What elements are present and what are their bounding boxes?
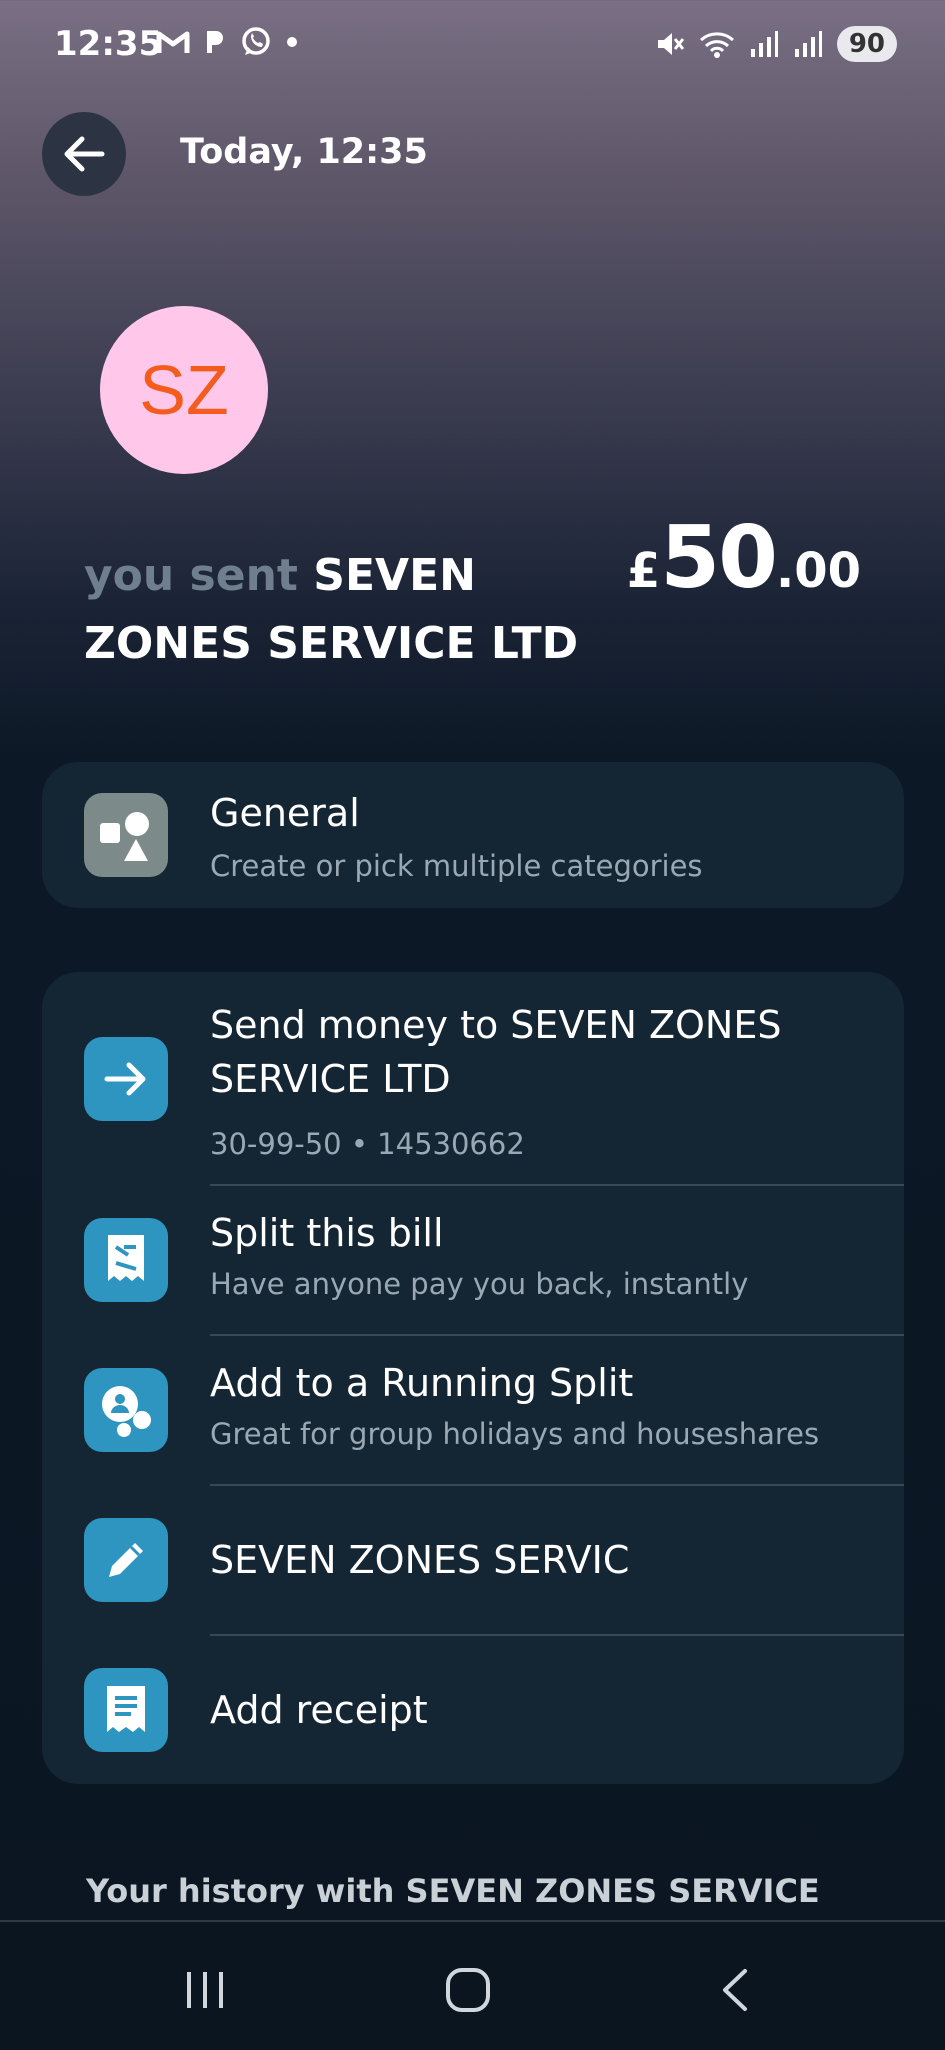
sent-prefix: you sent [84, 550, 298, 601]
recent-apps-icon [187, 1972, 223, 2008]
category-title: General [210, 791, 360, 835]
notification-icon [207, 31, 223, 53]
add-receipt-row[interactable]: Add receipt [42, 1636, 904, 1784]
running-split-subtitle: Great for group holidays and houseshares [210, 1417, 820, 1451]
transaction-headline: you sent SEVEN ZONES SERVICE LTD [84, 542, 644, 678]
split-bill-title: Split this bill [210, 1211, 444, 1255]
wifi-icon [699, 32, 734, 58]
send-money-title: Send money to SEVEN ZONES SERVICE LTD [210, 1003, 782, 1101]
recent-apps-button[interactable] [170, 1960, 240, 2020]
history-heading: Your history with SEVEN ZONES SERVICE [86, 1872, 820, 1910]
group-icon [84, 1368, 168, 1452]
back-nav-button[interactable] [700, 1960, 770, 2020]
home-button[interactable] [433, 1960, 503, 2020]
running-split-row[interactable]: Add to a Running Split Great for group h… [42, 1336, 904, 1484]
dot-icon [287, 37, 297, 47]
page-title: Today, 12:35 [180, 132, 428, 172]
signal-icon [750, 31, 778, 57]
back-button[interactable] [42, 112, 126, 196]
pencil-icon [84, 1518, 168, 1602]
add-receipt-title: Add receipt [210, 1688, 428, 1732]
arrow-left-icon [64, 136, 105, 172]
amount-decimal: .00 [775, 543, 861, 599]
avatar-initials: SZ [139, 351, 229, 429]
running-split-title: Add to a Running Split [210, 1361, 634, 1405]
category-subtitle: Create or pick multiple categories [210, 849, 703, 883]
arrow-right-icon [84, 1037, 168, 1121]
home-icon [446, 1968, 490, 2012]
split-bill-row[interactable]: Split this bill Have anyone pay you back… [42, 1186, 904, 1334]
note-title: SEVEN ZONES SERVIC [210, 1538, 630, 1582]
battery-indicator: 90 [836, 26, 897, 62]
edit-note-row[interactable]: SEVEN ZONES SERVIC [42, 1486, 904, 1634]
chevron-left-icon [723, 1969, 747, 2011]
send-money-row[interactable]: Send money to SEVEN ZONES SERVICE LTD 30… [42, 972, 904, 1186]
whatsapp-icon [242, 27, 270, 55]
category-card[interactable]: General Create or pick multiple categori… [42, 762, 904, 908]
amount-currency: £ [626, 543, 661, 599]
actions-card: Send money to SEVEN ZONES SERVICE LTD 30… [42, 972, 904, 1784]
status-time: 12:35 [54, 24, 163, 64]
split-bill-icon [84, 1218, 168, 1302]
status-right-icons: 90 [655, 26, 897, 62]
transaction-amount: £50.00 [627, 508, 861, 608]
mute-icon [657, 33, 684, 55]
amount-whole: 50 [660, 508, 778, 608]
gmail-icon [156, 31, 190, 53]
signal-icon [794, 31, 822, 57]
receipt-icon [84, 1668, 168, 1752]
sort-code-account: 30-99-50 • 14530662 [210, 1127, 525, 1161]
split-bill-subtitle: Have anyone pay you back, instantly [210, 1267, 749, 1301]
status-left-icons [156, 26, 298, 58]
shapes-icon [84, 793, 168, 877]
avatar: SZ [100, 306, 268, 474]
